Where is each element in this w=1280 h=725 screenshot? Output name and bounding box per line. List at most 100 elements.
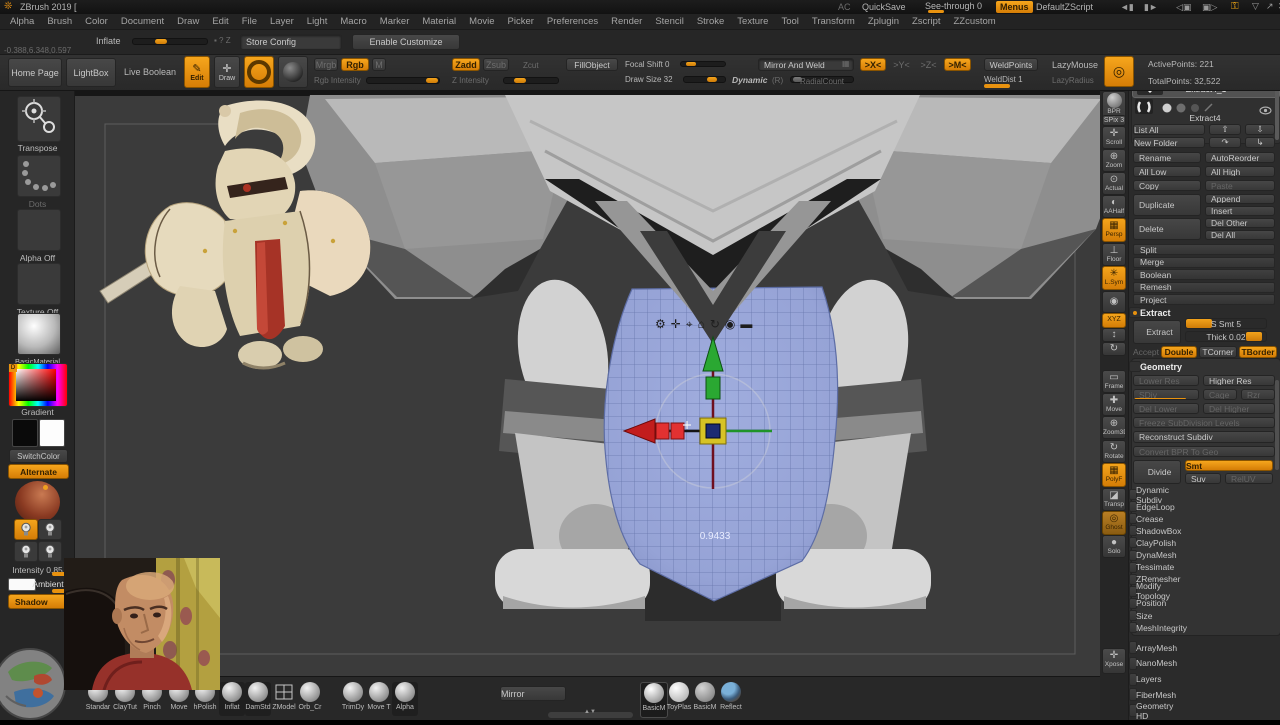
primary-color-swatch[interactable] bbox=[12, 419, 38, 447]
default-zscript-button[interactable]: DefaultZScript bbox=[1036, 2, 1093, 12]
geometry-shadowbox[interactable]: ShadowBox bbox=[1129, 525, 1181, 537]
minimize-icon[interactable]: ▽ bbox=[1252, 1, 1259, 12]
new-folder-button[interactable]: New Folder bbox=[1133, 137, 1205, 148]
mirror-z-button[interactable]: >Z< bbox=[916, 58, 941, 71]
eye-icon[interactable] bbox=[1259, 102, 1273, 115]
section-boolean[interactable]: Boolean bbox=[1133, 269, 1275, 281]
zcut-button[interactable]: Zcut bbox=[523, 61, 539, 70]
sdiv-level-bar[interactable] bbox=[1134, 398, 1186, 399]
zadd-button[interactable]: Zadd bbox=[452, 58, 480, 71]
gear-icon[interactable]: ⚙ bbox=[655, 317, 666, 332]
all-high-button[interactable]: All High bbox=[1205, 166, 1275, 177]
shelf-polyf-button[interactable]: ▦ PolyF bbox=[1102, 463, 1126, 487]
lightbox-button[interactable]: LightBox bbox=[66, 58, 116, 87]
folder-move-button[interactable]: ↳ bbox=[1245, 137, 1275, 148]
menu-stroke[interactable]: Stroke bbox=[697, 16, 724, 27]
autoreorder-button[interactable]: AutoReorder bbox=[1205, 152, 1275, 163]
shelf-actual-button[interactable]: ⊙ Actual bbox=[1102, 172, 1126, 195]
paste-button[interactable]: Paste bbox=[1205, 180, 1275, 191]
geometry-dynamesh[interactable]: DynaMesh bbox=[1129, 549, 1177, 561]
menu-edit[interactable]: Edit bbox=[212, 16, 228, 27]
stroke-dots[interactable] bbox=[17, 155, 61, 197]
brush-inflat[interactable]: Inflat bbox=[219, 682, 245, 716]
gizmo-x-handle[interactable] bbox=[655, 422, 670, 440]
reconstruct-subdiv-button[interactable]: Reconstruct Subdiv bbox=[1133, 431, 1275, 443]
scrollbar-arrows-icon[interactable]: ▲▼ bbox=[584, 709, 596, 715]
section-merge[interactable]: Merge bbox=[1133, 256, 1275, 268]
quicksave-button[interactable]: QuickSave bbox=[862, 2, 906, 12]
del-higher-button[interactable]: Del Higher bbox=[1203, 403, 1275, 414]
material-reflect-3[interactable]: Reflect bbox=[718, 682, 744, 716]
shelf-spix-3-button[interactable]: SPix 3 bbox=[1102, 115, 1126, 126]
rgb-intensity-slider[interactable] bbox=[366, 77, 440, 84]
mirror-y-button[interactable]: >Y< bbox=[889, 58, 914, 71]
gizmo-y-handle[interactable] bbox=[705, 376, 721, 400]
document-canvas[interactable]: ⚙ ✛ ⌖ ⌂ ↻ ◉ ▬ 0.9433 bbox=[75, 91, 1100, 690]
expand-right-tray-icon[interactable]: ▮► bbox=[1144, 2, 1158, 13]
shelf-zoom3d-button[interactable]: ⊕ Zoom3D bbox=[1102, 416, 1126, 439]
fill-object-button[interactable]: FillObject bbox=[566, 58, 618, 71]
weld-dist-slider[interactable] bbox=[984, 84, 1010, 88]
tcorner-button[interactable]: TCorner bbox=[1199, 346, 1237, 358]
subtool-down-button[interactable]: ⇩ bbox=[1245, 124, 1275, 135]
smt-toggle[interactable]: Smt bbox=[1185, 460, 1273, 471]
see-through-knob[interactable] bbox=[928, 10, 944, 13]
gyro-button[interactable] bbox=[244, 56, 274, 88]
menu-tool[interactable]: Tool bbox=[781, 16, 798, 27]
shelf-solo-button[interactable]: ● Solo bbox=[1102, 535, 1126, 558]
transpose-tool[interactable] bbox=[17, 96, 61, 142]
shelf-transp-button[interactable]: ◪ Transp bbox=[1102, 488, 1126, 511]
rzr-button[interactable]: Rzr bbox=[1241, 389, 1275, 400]
switch-color-button[interactable]: SwitchColor bbox=[9, 449, 68, 463]
menu-document[interactable]: Document bbox=[121, 16, 164, 27]
material-toyplas-1[interactable]: ToyPlas bbox=[666, 682, 692, 716]
shelf-xyz-button[interactable]: XYZ bbox=[1102, 313, 1126, 328]
divide-button[interactable]: Divide bbox=[1133, 460, 1181, 484]
menu-zzcustom[interactable]: ZZcustom bbox=[954, 16, 996, 27]
panel-geometry-hd[interactable]: Geometry HD bbox=[1129, 701, 1173, 721]
subtool-up-button[interactable]: ⇧ bbox=[1209, 124, 1241, 135]
section-remesh[interactable]: Remesh bbox=[1133, 281, 1275, 293]
menus-button[interactable]: Menus bbox=[996, 1, 1033, 13]
duplicate-button[interactable]: Duplicate bbox=[1133, 194, 1201, 216]
geometry-claypolish[interactable]: ClayPolish bbox=[1129, 537, 1176, 549]
append-button[interactable]: Append bbox=[1205, 194, 1275, 204]
all-low-button[interactable]: All Low bbox=[1133, 166, 1201, 177]
brush-orb-cr[interactable]: Orb_Cr bbox=[297, 682, 323, 716]
insert-button[interactable]: Insert bbox=[1205, 206, 1275, 216]
thick-slider[interactable]: Thick 0.02 bbox=[1185, 331, 1267, 342]
mirror-x-button[interactable]: >X< bbox=[860, 58, 886, 71]
edit-button[interactable]: ✎ Edit bbox=[184, 56, 210, 88]
panel-nanomesh[interactable]: NanoMesh bbox=[1129, 656, 1177, 670]
double-button[interactable]: Double bbox=[1161, 346, 1197, 358]
slider-icon[interactable]: ▬ bbox=[740, 317, 752, 332]
lazy-mouse-toggle[interactable]: LazyMouse bbox=[1052, 60, 1098, 70]
shelf-local-button[interactable]: ◉ bbox=[1102, 291, 1126, 313]
cage-button[interactable]: Cage bbox=[1203, 389, 1237, 400]
section-extract-header[interactable]: Extract bbox=[1129, 307, 1171, 318]
menu-macro[interactable]: Macro bbox=[340, 16, 366, 27]
lock-icon[interactable]: ◉ bbox=[725, 317, 735, 332]
shelf-ghost-button[interactable]: ◎ Ghost bbox=[1102, 511, 1126, 535]
menu-zplugin[interactable]: Zplugin bbox=[868, 16, 899, 27]
menu-preferences[interactable]: Preferences bbox=[547, 16, 598, 27]
shelf-floor-button[interactable]: ⊥ Floor bbox=[1102, 243, 1126, 266]
geometry-crease[interactable]: Crease bbox=[1129, 513, 1163, 525]
dynamic-toggle[interactable]: Dynamic bbox=[732, 75, 767, 85]
menu-brush[interactable]: Brush bbox=[47, 16, 72, 27]
mirror-button[interactable]: Mirror bbox=[500, 686, 566, 701]
draw-button[interactable]: ✛ Draw bbox=[214, 56, 240, 88]
geometry-dynamic-subdiv[interactable]: Dynamic Subdiv bbox=[1129, 485, 1169, 505]
next-document-icon[interactable]: ▣▷ bbox=[1202, 2, 1217, 13]
menu-movie[interactable]: Movie bbox=[469, 16, 494, 27]
shelf-aahalf-button[interactable]: ◐ AAHalf bbox=[1102, 195, 1126, 218]
section-geometry-header[interactable]: Geometry bbox=[1129, 361, 1182, 372]
suv-toggle[interactable]: Suv bbox=[1185, 473, 1221, 484]
material-selector[interactable] bbox=[17, 313, 61, 355]
menu-color[interactable]: Color bbox=[85, 16, 108, 27]
brush-move-t[interactable]: Move T bbox=[366, 682, 392, 716]
geometry-modify-topology[interactable]: Modify Topology bbox=[1129, 581, 1170, 601]
mirror-and-weld-button[interactable]: Mirror And Weld bbox=[758, 58, 854, 71]
menu-texture[interactable]: Texture bbox=[737, 16, 768, 27]
mirror-m-button[interactable]: >M< bbox=[944, 58, 971, 71]
